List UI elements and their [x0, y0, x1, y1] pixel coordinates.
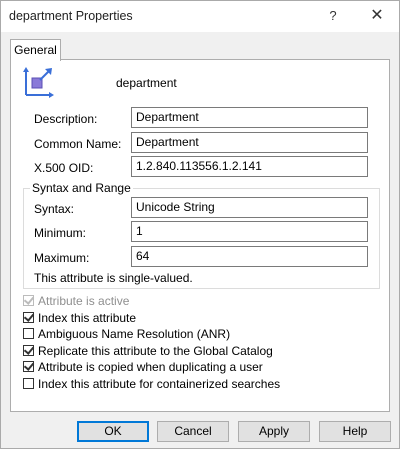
index-attribute-checkbox[interactable]: [23, 311, 35, 323]
copy-on-duplicate-option[interactable]: Attribute is copied when duplicating a u…: [23, 359, 263, 374]
syntax-range-legend: Syntax and Range: [30, 181, 133, 195]
anr-label[interactable]: Ambiguous Name Resolution (ANR): [38, 327, 230, 341]
apply-button[interactable]: Apply: [238, 421, 310, 442]
global-catalog-label[interactable]: Replicate this attribute to the Global C…: [38, 344, 273, 358]
cancel-button[interactable]: Cancel: [157, 421, 229, 442]
ok-button[interactable]: OK: [77, 421, 149, 442]
properties-dialog: department Properties ? ✕ General depart…: [0, 0, 400, 449]
help-button[interactable]: Help: [319, 421, 391, 442]
common-name-field[interactable]: Department: [131, 132, 368, 153]
syntax-field[interactable]: Unicode String: [131, 197, 368, 218]
global-catalog-option[interactable]: Replicate this attribute to the Global C…: [23, 343, 273, 358]
global-catalog-checkbox[interactable]: [23, 344, 35, 356]
syntax-label: Syntax:: [34, 202, 75, 216]
close-icon[interactable]: ✕: [365, 5, 389, 27]
common-name-label: Common Name:: [34, 137, 122, 151]
anr-checkbox[interactable]: [23, 328, 34, 339]
containerized-search-option[interactable]: Index this attribute for containerized s…: [23, 376, 280, 391]
attribute-active-option: Attribute is active: [23, 293, 129, 308]
minimum-label: Minimum:: [34, 226, 87, 240]
oid-field[interactable]: 1.2.840.113556.1.2.141: [131, 156, 368, 177]
help-icon[interactable]: ?: [321, 5, 345, 27]
copy-on-duplicate-label[interactable]: Attribute is copied when duplicating a u…: [38, 360, 263, 374]
anr-option[interactable]: Ambiguous Name Resolution (ANR): [23, 326, 230, 341]
title-bar: department Properties ? ✕: [1, 1, 399, 32]
attribute-icon: [23, 67, 54, 98]
maximum-label: Maximum:: [34, 251, 90, 265]
containerized-search-label[interactable]: Index this attribute for containerized s…: [38, 377, 280, 391]
index-attribute-option[interactable]: Index this attribute: [23, 310, 136, 325]
maximum-field[interactable]: 64: [131, 246, 368, 267]
single-valued-note: This attribute is single-valued.: [34, 271, 193, 285]
oid-label: X.500 OID:: [34, 161, 94, 175]
containerized-search-checkbox[interactable]: [23, 378, 34, 389]
window-title: department Properties: [9, 9, 133, 23]
minimum-field[interactable]: 1: [131, 221, 368, 242]
attribute-name: department: [116, 76, 177, 90]
description-label: Description:: [34, 112, 98, 126]
attribute-active-checkbox: [23, 294, 35, 306]
description-field[interactable]: Department: [131, 107, 368, 128]
tab-general[interactable]: General: [10, 39, 61, 61]
copy-on-duplicate-checkbox[interactable]: [23, 360, 35, 372]
index-attribute-label[interactable]: Index this attribute: [38, 311, 136, 325]
attribute-active-label: Attribute is active: [38, 293, 130, 308]
